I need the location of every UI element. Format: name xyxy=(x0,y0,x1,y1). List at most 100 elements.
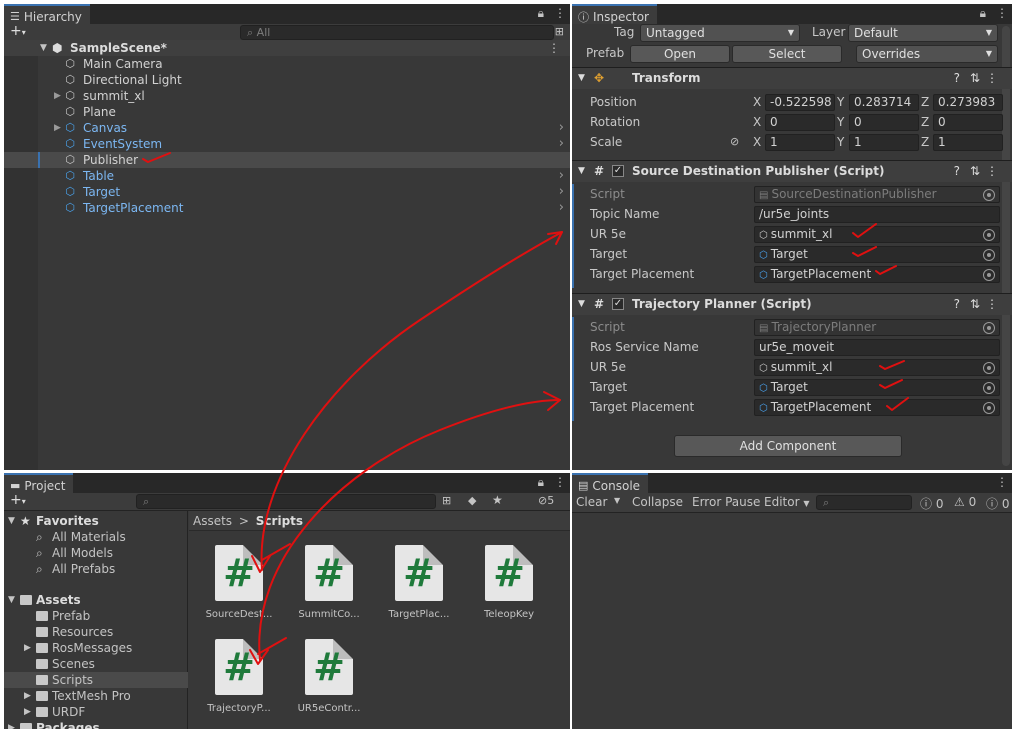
object-picker-icon[interactable] xyxy=(983,249,995,261)
scene-menu-icon[interactable]: ⋮ xyxy=(548,40,560,56)
packages-header[interactable]: ▶ Packages xyxy=(4,720,188,729)
editor-dropdown[interactable]: Editor ▼ xyxy=(764,495,810,509)
prefab-open-button[interactable]: Open xyxy=(630,45,730,63)
component-menu-icon[interactable]: ⋮ xyxy=(986,294,998,314)
hierarchy-item[interactable]: ▶ ⬡ Canvas › xyxy=(4,120,570,136)
hierarchy-item[interactable]: ⬡ Directional Light xyxy=(4,72,570,88)
asset-folder-item[interactable]: Scenes xyxy=(4,656,188,672)
axis-label-x[interactable]: X xyxy=(753,115,761,129)
constrain-proportions-icon[interactable]: ⊘ xyxy=(730,135,739,148)
object-picker-icon[interactable] xyxy=(983,229,995,241)
hierarchy-item[interactable]: ⬡ EventSystem › xyxy=(4,136,570,152)
object-picker-icon[interactable] xyxy=(983,402,995,414)
axis-label-x[interactable]: X xyxy=(753,95,761,109)
asset-folder-item[interactable]: Prefab xyxy=(4,608,188,624)
object-picker-icon[interactable] xyxy=(983,382,995,394)
asset-folder-item[interactable]: Scripts xyxy=(4,672,188,688)
chevron-right-icon[interactable]: › xyxy=(559,120,564,136)
csharp-script-icon[interactable]: # xyxy=(215,545,263,601)
object-picker-icon[interactable] xyxy=(983,269,995,281)
lock-icon[interactable]: 🔒︎ xyxy=(980,6,986,21)
console-search-input[interactable]: ⌕ xyxy=(816,495,912,510)
presets-icon[interactable]: ⇅ xyxy=(970,294,980,314)
favorite-item[interactable]: ⌕ All Prefabs xyxy=(4,561,188,577)
object-picker-icon[interactable] xyxy=(983,362,995,374)
transform-z-field[interactable]: 1 xyxy=(933,134,1003,151)
fold-arrow-icon[interactable]: ▼ xyxy=(578,161,585,181)
expand-arrow-icon[interactable]: ▶ xyxy=(54,88,61,104)
layer-dropdown[interactable]: Default xyxy=(848,24,998,42)
clear-button[interactable]: Clear xyxy=(576,495,607,509)
expand-arrow-icon[interactable]: ▶ xyxy=(8,720,15,729)
hierarchy-item[interactable]: ⬡ Target › xyxy=(4,184,570,200)
asset-folder-item[interactable]: Resources xyxy=(4,624,188,640)
search-options-icon[interactable]: ⊞ xyxy=(555,25,564,38)
enabled-checkbox[interactable]: ✓ xyxy=(612,165,624,177)
target-placement-field[interactable]: ⬡ TargetPlacement xyxy=(754,399,1000,416)
info-count-toggle[interactable]: ⓘ 0 xyxy=(920,495,943,512)
breadcrumb-assets[interactable]: Assets xyxy=(193,514,232,528)
lock-icon[interactable]: 🔒︎ xyxy=(538,475,544,490)
ros-service-name-field[interactable]: ur5e_moveit xyxy=(754,339,1000,356)
inspector-tab[interactable]: ⓘ Inspector xyxy=(572,4,657,24)
transform-y-field[interactable]: 0 xyxy=(849,114,919,131)
presets-icon[interactable]: ⇅ xyxy=(970,68,980,88)
console-tab[interactable]: ▤ Console xyxy=(572,473,649,493)
axis-label-x[interactable]: X xyxy=(753,135,761,149)
favorites-header[interactable]: ▼ ★ Favorites xyxy=(4,513,188,529)
transform-y-field[interactable]: 1 xyxy=(849,134,919,151)
help-icon[interactable]: ? xyxy=(954,68,960,88)
chevron-right-icon[interactable]: › xyxy=(559,136,564,152)
fold-arrow-icon[interactable]: ▼ xyxy=(578,68,585,88)
project-search-input[interactable]: ⌕ xyxy=(136,494,436,509)
assets-header[interactable]: ▼ Assets xyxy=(4,592,188,608)
tag-dropdown[interactable]: Untagged xyxy=(640,24,800,42)
error-pause-button[interactable]: Error Pause xyxy=(692,495,760,509)
hierarchy-tab[interactable]: ☰ Hierarchy xyxy=(4,4,90,24)
hierarchy-item[interactable]: ▶ ⬡ summit_xl xyxy=(4,88,570,104)
hidden-packages-icon[interactable]: ⊘5 xyxy=(538,494,554,507)
transform-header[interactable]: ▼ ✥ Transform ? ⇅ ⋮ xyxy=(572,67,1012,89)
component-menu-icon[interactable]: ⋮ xyxy=(986,161,998,181)
more-icon[interactable]: ⋮ xyxy=(554,6,566,21)
hierarchy-search-input[interactable]: ⌕ All xyxy=(240,25,554,40)
object-picker-icon[interactable] xyxy=(983,189,995,201)
expand-arrow-icon[interactable]: ▼ xyxy=(40,40,47,56)
help-icon[interactable]: ? xyxy=(954,161,960,181)
favorite-star-icon[interactable]: ★ xyxy=(492,493,503,507)
chevron-right-icon[interactable]: › xyxy=(559,168,564,184)
csharp-script-icon[interactable]: # xyxy=(395,545,443,601)
target-placement-field[interactable]: ⬡ TargetPlacement xyxy=(754,266,1000,283)
enabled-checkbox[interactable]: ✓ xyxy=(612,298,624,310)
expand-arrow-icon[interactable]: ▼ xyxy=(8,513,15,529)
help-icon[interactable]: ? xyxy=(954,294,960,314)
expand-arrow-icon[interactable]: ▶ xyxy=(24,704,31,720)
chevron-right-icon[interactable]: › xyxy=(559,184,564,200)
favorite-item[interactable]: ⌕ All Materials xyxy=(4,529,188,545)
create-button[interactable]: +▾ xyxy=(10,23,26,39)
csharp-script-icon[interactable]: # xyxy=(485,545,533,601)
hierarchy-item[interactable]: ⬡ Plane xyxy=(4,104,570,120)
prefab-overrides-dropdown[interactable]: Overrides xyxy=(856,45,998,63)
hierarchy-item[interactable]: ⬡ TargetPlacement › xyxy=(4,200,570,216)
tp-header[interactable]: ▼ # ✓ Trajectory Planner (Script) ? ⇅ ⋮ xyxy=(572,293,1012,315)
warning-count-toggle[interactable]: ⚠ 0 xyxy=(954,495,976,509)
lock-icon[interactable]: 🔒︎ xyxy=(538,6,544,21)
project-tab[interactable]: ▬ Project xyxy=(4,473,74,493)
transform-y-field[interactable]: 0.283714 xyxy=(849,94,919,111)
presets-icon[interactable]: ⇅ xyxy=(970,161,980,181)
more-icon[interactable]: ⋮ xyxy=(554,475,566,490)
expand-arrow-icon[interactable]: ▼ xyxy=(8,592,15,608)
ur5e-field[interactable]: ⬡ summit_xl xyxy=(754,226,1000,243)
axis-label-y[interactable]: Y xyxy=(837,115,844,129)
transform-x-field[interactable]: 0 xyxy=(765,114,835,131)
csharp-script-icon[interactable]: # xyxy=(305,545,353,601)
target-field[interactable]: ⬡ Target xyxy=(754,379,1000,396)
csharp-script-icon[interactable]: # xyxy=(215,639,263,695)
axis-label-z[interactable]: Z xyxy=(921,95,929,109)
hierarchy-item[interactable]: ⬡ Main Camera xyxy=(4,56,570,72)
add-component-button[interactable]: Add Component xyxy=(674,435,902,457)
error-count-toggle[interactable]: ⓘ 0 xyxy=(986,495,1009,512)
axis-label-y[interactable]: Y xyxy=(837,95,844,109)
hierarchy-item[interactable]: ⬡ Publisher xyxy=(4,152,570,168)
